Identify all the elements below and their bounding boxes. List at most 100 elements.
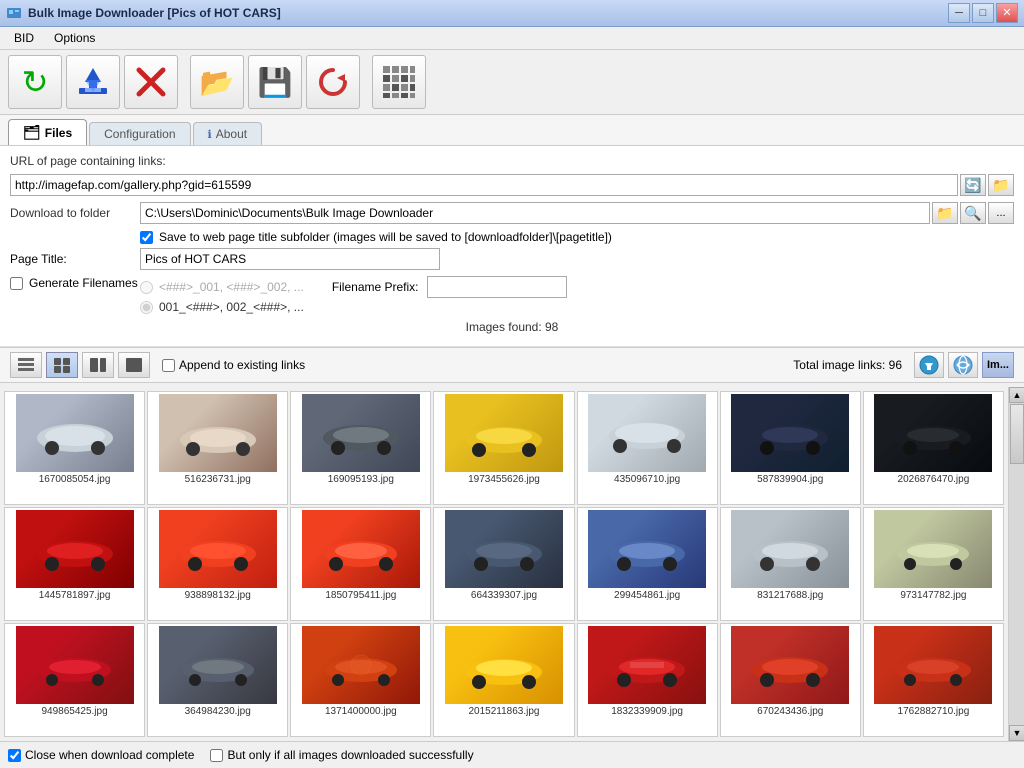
view-small-button[interactable] (46, 352, 78, 378)
menu-bid[interactable]: BID (4, 29, 44, 47)
folder-button[interactable]: 📂 (190, 55, 244, 109)
image-filename: 435096710.jpg (614, 474, 680, 485)
menu-options[interactable]: Options (44, 29, 105, 47)
browse-folder-button[interactable]: 📁 (932, 202, 958, 224)
minimize-button[interactable]: ─ (948, 3, 970, 23)
image-filename: 2026876470.jpg (898, 474, 970, 485)
url-input[interactable] (10, 174, 958, 196)
list-item[interactable]: 435096710.jpg (577, 391, 718, 505)
start-button[interactable]: ↻ (8, 55, 62, 109)
only-if-all-text: But only if all images downloaded succes… (227, 748, 473, 762)
download-folder-input[interactable] (140, 202, 930, 224)
images-found-row: Images found: 98 (10, 320, 1014, 334)
list-item[interactable]: 1832339909.jpg (577, 623, 718, 737)
title-bar-controls: ─ □ ✕ (948, 3, 1018, 23)
radio2-row: 001_<###>, 002_<###>, ... (140, 300, 567, 314)
image-filename: 938898132.jpg (185, 590, 251, 601)
image-action-button[interactable]: Im... (982, 352, 1014, 378)
page-title-input[interactable] (140, 248, 440, 270)
radio-options-row: <###>_001, <###>_002, ... Filename Prefi… (140, 276, 567, 298)
list-item[interactable]: 1973455626.jpg (433, 391, 574, 505)
scroll-thumb[interactable] (1010, 404, 1024, 464)
close-complete-checkbox[interactable] (8, 749, 21, 762)
image-filename: 949865425.jpg (41, 706, 107, 717)
list-item[interactable]: 938898132.jpg (147, 507, 288, 621)
title-bar: Bulk Image Downloader [Pics of HOT CARS]… (0, 0, 1024, 27)
list-item[interactable]: 1445781897.jpg (4, 507, 145, 621)
title-bar-left: Bulk Image Downloader [Pics of HOT CARS] (6, 5, 281, 21)
save-subfolder-checkbox[interactable] (140, 231, 153, 244)
list-item[interactable]: 1762882710.jpg (863, 623, 1004, 737)
list-item[interactable]: 664339307.jpg (433, 507, 574, 621)
image-filename: 1762882710.jpg (898, 706, 970, 717)
thumbnail (445, 510, 563, 588)
menu-bar: BID Options (0, 27, 1024, 50)
image-filename: 364984230.jpg (185, 706, 251, 717)
url-label: URL of page containing links: (10, 154, 166, 168)
list-item[interactable]: 516236731.jpg (147, 391, 288, 505)
radio1-label: <###>_001, <###>_002, ... (159, 280, 304, 294)
close-button[interactable]: ✕ (996, 3, 1018, 23)
image-filename: 1371400000.jpg (325, 706, 397, 717)
generate-filenames-checkbox[interactable] (10, 277, 23, 290)
list-item[interactable]: 831217688.jpg (720, 507, 861, 621)
list-item[interactable]: 670243436.jpg (720, 623, 861, 737)
image-filename: 670243436.jpg (757, 706, 823, 717)
download-button[interactable] (66, 55, 120, 109)
web-action-button[interactable] (948, 352, 978, 378)
images-found-label: Images found: 98 (466, 320, 559, 334)
image-filename: 587839904.jpg (757, 474, 823, 485)
url-refresh-button[interactable]: 🔄 (960, 174, 986, 196)
radio1[interactable] (140, 281, 153, 294)
list-item[interactable]: 1670085054.jpg (4, 391, 145, 505)
search-folder-button[interactable]: 🔍 (960, 202, 986, 224)
bottom-bar: Close when download complete But only if… (0, 741, 1024, 768)
view-list-button[interactable] (10, 352, 42, 378)
reset-button[interactable] (306, 55, 360, 109)
tab-configuration[interactable]: Configuration (89, 122, 190, 145)
image-filename: 1832339909.jpg (611, 706, 683, 717)
download-action-button[interactable] (914, 352, 944, 378)
list-item[interactable]: 949865425.jpg (4, 623, 145, 737)
image-filename: 1850795411.jpg (325, 590, 396, 601)
grid-view-button[interactable] (372, 55, 426, 109)
scroll-down-button[interactable]: ▼ (1009, 725, 1024, 741)
view-medium-button[interactable] (82, 352, 114, 378)
tab-files-label: Files (45, 126, 72, 140)
maximize-button[interactable]: □ (972, 3, 994, 23)
app-wrapper: Bulk Image Downloader [Pics of HOT CARS]… (0, 0, 1024, 768)
url-row: URL of page containing links: (10, 154, 1014, 168)
stop-button[interactable] (124, 55, 178, 109)
save-button[interactable]: 💾 (248, 55, 302, 109)
tab-about[interactable]: ℹ About (193, 122, 263, 145)
url-folder-button[interactable]: 📁 (988, 174, 1014, 196)
view-large-button[interactable] (118, 352, 150, 378)
total-links: Total image links: 96 (793, 358, 902, 372)
list-item[interactable]: 587839904.jpg (720, 391, 861, 505)
list-item[interactable]: 1850795411.jpg (290, 507, 431, 621)
only-if-all-checkbox[interactable] (210, 749, 223, 762)
generate-filenames-left: Generate Filenames (10, 276, 140, 290)
list-item[interactable]: 2015211863.jpg (433, 623, 574, 737)
append-checkbox[interactable] (162, 359, 175, 372)
image-filename: 2015211863.jpg (468, 706, 539, 717)
tab-files[interactable]: 🗂 Files (8, 119, 87, 145)
scroll-track[interactable] (1009, 403, 1024, 725)
image-list-toolbar: Append to existing links Total image lin… (0, 347, 1024, 383)
page-title-row: Page Title: (10, 248, 1014, 270)
list-item[interactable]: 364984230.jpg (147, 623, 288, 737)
thumbnail (874, 626, 992, 704)
list-item[interactable]: 169095193.jpg (290, 391, 431, 505)
scroll-up-button[interactable]: ▲ (1009, 387, 1024, 403)
list-item[interactable]: 2026876470.jpg (863, 391, 1004, 505)
image-filename: 299454861.jpg (614, 590, 680, 601)
filename-prefix-input[interactable] (427, 276, 567, 298)
image-filename: 1445781897.jpg (39, 590, 111, 601)
list-item[interactable]: 1371400000.jpg (290, 623, 431, 737)
list-item[interactable]: 973147782.jpg (863, 507, 1004, 621)
radio2[interactable] (140, 301, 153, 314)
radio1-row: <###>_001, <###>_002, ... (140, 280, 304, 294)
more-folder-button[interactable]: ... (988, 202, 1014, 224)
save-subfolder-label: Save to web page title subfolder (images… (159, 230, 612, 244)
list-item[interactable]: 299454861.jpg (577, 507, 718, 621)
